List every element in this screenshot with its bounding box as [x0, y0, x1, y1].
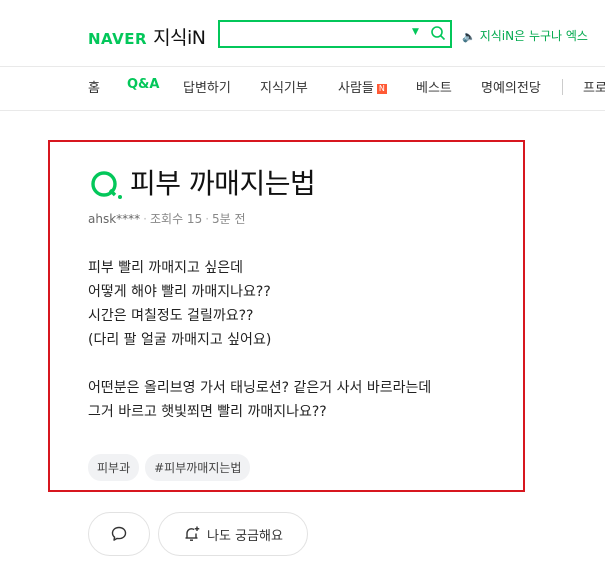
body-line: (다리 팔 얼굴 까매지고 싶어요) — [88, 332, 272, 348]
search-input[interactable] — [224, 24, 408, 46]
nav-home[interactable]: 홈 — [88, 77, 100, 96]
nav-answer[interactable]: 답변하기 — [183, 77, 231, 96]
new-badge: N — [376, 84, 387, 94]
question-q-icon — [91, 171, 122, 199]
question-body: 피부 빨리 까매지고 싶은데 어떻게 해야 빨리 까매지나요?? 시간은 며칠정… — [88, 256, 431, 424]
nav-hall-of-fame[interactable]: 명예의전당 — [481, 77, 541, 96]
post-time: 5분 전 — [212, 212, 246, 226]
body-line: 피부 빨리 까매지고 싶은데 — [88, 260, 244, 276]
question-card: 피부 까매지는법 ahsk**** · 조회수 15 · 5분 전 피부 빨리 까매지고… — [48, 140, 525, 492]
top-header: NAVER 지식iN ▼ 🔈 지식iN은 누구나 엑스 — [0, 0, 605, 67]
speaker-icon: 🔈 — [462, 30, 476, 43]
author-id[interactable]: ahsk**** — [88, 212, 140, 226]
question-meta: ahsk**** · 조회수 15 · 5분 전 — [88, 212, 246, 226]
body-line: 어떤분은 올리브영 가서 태닝로션? 같은거 사서 바르라는데 — [88, 380, 432, 396]
nav-people[interactable]: 사람들 N — [338, 77, 387, 96]
nav-divider — [562, 79, 563, 95]
notice-text: 지식iN은 누구나 엑스 — [479, 29, 588, 43]
tag-chip[interactable]: #피부까매지는법 — [145, 454, 251, 481]
search-box: ▼ — [218, 20, 452, 48]
nav-best[interactable]: 베스트 — [416, 77, 452, 96]
body-line: 시간은 며칠정도 걸릴까요?? — [88, 308, 254, 324]
curious-button[interactable]: 나도 궁금해요 — [158, 512, 308, 556]
tag-chip[interactable]: 피부과 — [88, 454, 140, 481]
nav-qna[interactable]: Q&A — [127, 77, 159, 92]
comment-icon — [111, 526, 127, 541]
search-icon[interactable] — [430, 25, 446, 41]
nav-donate[interactable]: 지식기부 — [260, 77, 308, 96]
body-line: 그거 바르고 햇빛쬐면 빨리 까매지나요?? — [88, 404, 327, 420]
curious-label: 나도 궁금해요 — [207, 528, 283, 544]
logo[interactable]: NAVER 지식iN — [88, 23, 206, 50]
nav-people-label: 사람들 — [338, 81, 374, 96]
notice-link[interactable]: 🔈 지식iN은 누구나 엑스 — [462, 27, 588, 44]
main-nav: 홈 Q&A 답변하기 지식기부 사람들 N 베스트 명예의전당 프로 — [0, 66, 605, 111]
view-count: 조회수 15 — [150, 212, 203, 226]
question-title: 피부 까매지는법 — [130, 167, 316, 200]
naver-logo[interactable]: NAVER — [88, 30, 147, 48]
body-line: 어떻게 해야 빨리 까매지나요?? — [88, 284, 271, 300]
bell-plus-icon — [185, 526, 200, 541]
kin-logo[interactable]: 지식iN — [153, 23, 206, 50]
tag-list: 피부과 #피부까매지는법 — [88, 454, 256, 481]
comment-button[interactable] — [88, 512, 150, 556]
autocomplete-toggle-icon[interactable]: ▼ — [412, 27, 419, 37]
nav-pro[interactable]: 프로 — [583, 77, 605, 96]
